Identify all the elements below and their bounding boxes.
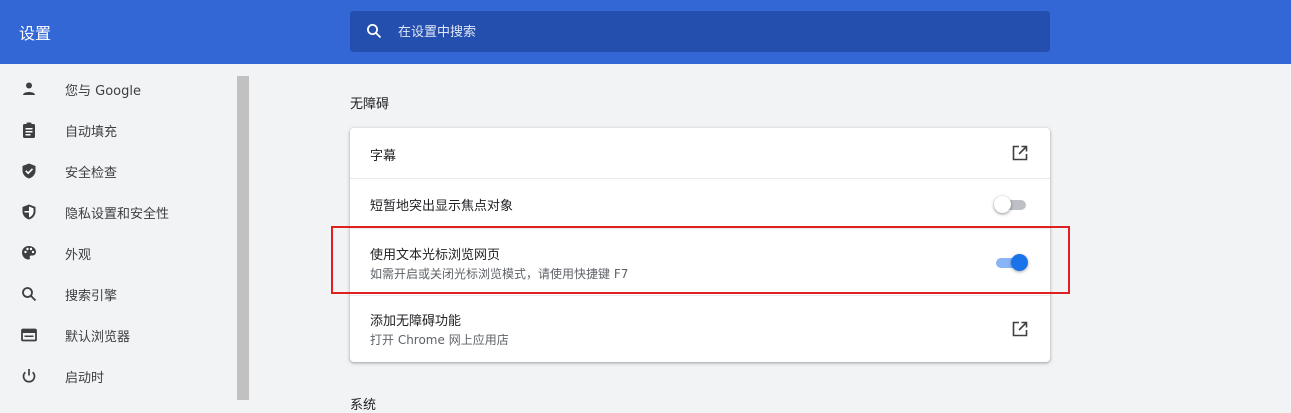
annotation-highlight-box — [331, 226, 1070, 294]
app-title: 设置 — [19, 24, 52, 43]
sidebar-item-label: 安全检查 — [65, 166, 118, 181]
external-link-icon[interactable] — [1011, 320, 1029, 338]
row-captions[interactable]: 字幕 — [350, 128, 1050, 178]
search-icon — [366, 23, 382, 43]
row-focus-highlight[interactable]: 短暂地突出显示焦点对象 — [350, 178, 1050, 229]
focus-highlight-toggle[interactable] — [994, 194, 1028, 214]
sidebar-item-autofill[interactable]: 自动填充 — [0, 110, 236, 150]
sidebar-item-label: 您与 Google — [65, 84, 141, 99]
sidebar-item-search-engine[interactable]: 搜索引擎 — [0, 274, 236, 314]
row-add-accessibility-features[interactable]: 添加无障碍功能 打开 Chrome 网上应用店 — [350, 295, 1050, 363]
sidebar-item-label: 外观 — [65, 248, 92, 263]
external-link-icon[interactable] — [1011, 144, 1029, 162]
browser-window-icon — [20, 326, 38, 344]
row-label: 添加无障碍功能 — [370, 314, 462, 329]
sidebar-item-label: 自动填充 — [65, 125, 118, 140]
search-input[interactable] — [396, 11, 1040, 54]
row-label: 短暂地突出显示焦点对象 — [370, 199, 514, 214]
sidebar-item-default-browser[interactable]: 默认浏览器 — [0, 315, 236, 355]
palette-icon — [20, 244, 38, 262]
person-icon — [20, 80, 38, 98]
shield-check-icon — [20, 162, 38, 180]
sidebar: 您与 Google 自动填充 安全检查 隐私设置和安全性 外观 搜索引擎 默认浏… — [0, 64, 236, 400]
scroll-thumb[interactable] — [237, 76, 249, 400]
section-title-accessibility: 无障碍 — [350, 97, 390, 112]
sidebar-item-on-startup[interactable]: 启动时 — [0, 356, 236, 396]
sidebar-item-safety-check[interactable]: 安全检查 — [0, 151, 236, 191]
sidebar-item-you-and-google[interactable]: 您与 Google — [0, 69, 236, 109]
sidebar-item-label: 启动时 — [65, 371, 105, 386]
privacy-shield-icon — [20, 203, 38, 221]
sidebar-item-appearance[interactable]: 外观 — [0, 233, 236, 273]
search-icon — [20, 285, 38, 303]
sidebar-scrollbar[interactable] — [236, 64, 250, 400]
section-title-system: 系统 — [350, 398, 377, 413]
sidebar-item-label: 默认浏览器 — [65, 330, 131, 345]
sidebar-item-privacy[interactable]: 隐私设置和安全性 — [0, 192, 236, 232]
power-icon — [20, 367, 38, 385]
top-bar: 设置 — [0, 0, 1291, 64]
sidebar-item-label: 隐私设置和安全性 — [65, 207, 170, 222]
clipboard-icon — [20, 121, 38, 139]
row-label: 字幕 — [370, 149, 397, 164]
row-secondary-label: 打开 Chrome 网上应用店 — [370, 333, 509, 347]
sidebar-item-label: 搜索引擎 — [65, 289, 118, 304]
toggle-knob — [994, 196, 1011, 213]
search-box[interactable] — [350, 11, 1050, 54]
